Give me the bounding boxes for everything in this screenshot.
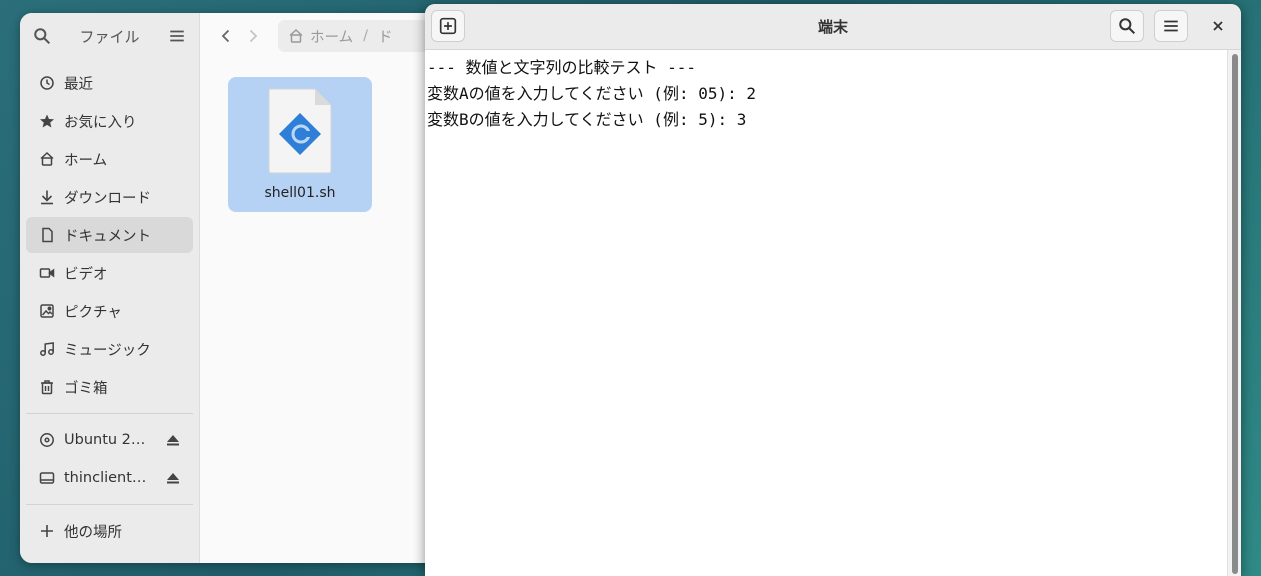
terminal-menu-button[interactable] xyxy=(1154,10,1188,42)
hamburger-menu-icon xyxy=(1164,20,1178,32)
forward-button[interactable] xyxy=(239,21,266,51)
sidebar-title: ファイル xyxy=(79,27,140,46)
close-icon xyxy=(1213,21,1223,31)
places-list: 最近 お気に入り ホーム ダウンロード ドキュメント ビデオ ピクチャ ミュージ… xyxy=(20,59,199,405)
path-home[interactable]: ホーム xyxy=(310,26,353,47)
sidebar-item-music[interactable]: ミュージック xyxy=(26,331,193,367)
close-button[interactable] xyxy=(1205,13,1231,39)
path-current[interactable]: ド xyxy=(378,26,393,47)
sidebar-header: ファイル xyxy=(20,13,199,59)
terminal-line: 変数Aの値を入力してください (例: 05): 2 xyxy=(427,84,757,103)
sidebar-divider xyxy=(26,504,193,505)
sidebar-item-other-locations[interactable]: 他の場所 xyxy=(26,513,193,549)
sidebar-item-recent[interactable]: 最近 xyxy=(26,65,193,101)
chevron-right-icon xyxy=(249,29,257,43)
terminal-output[interactable]: --- 数値と文字列の比較テスト --- 変数Aの値を入力してください (例: 0… xyxy=(425,50,1227,576)
sidebar-item-label: ミュージック xyxy=(64,342,151,359)
file-view: ホーム / ド shell01.sh xyxy=(200,13,460,563)
hamburger-menu-icon[interactable] xyxy=(167,26,187,46)
path-separator: / xyxy=(363,28,368,44)
sidebar-item-videos[interactable]: ビデオ xyxy=(26,255,193,291)
drive-icon xyxy=(38,469,56,487)
file-manager-window: ファイル 最近 お気に入り ホーム ダウンロード ドキュメント ビデオ ピクチャ… xyxy=(20,13,460,563)
sidebar-item-label: ゴミ箱 xyxy=(64,380,108,397)
download-icon xyxy=(38,188,56,206)
back-button[interactable] xyxy=(212,21,239,51)
trash-icon xyxy=(38,378,56,396)
video-icon xyxy=(38,264,56,282)
devices-list: Ubuntu 2… thinclient… xyxy=(20,422,199,496)
sidebar-item-label: thinclient… xyxy=(64,470,147,486)
sidebar-item-favorites[interactable]: お気に入り xyxy=(26,103,193,139)
terminal-search-button[interactable] xyxy=(1110,10,1144,42)
sidebar-item-pictures[interactable]: ピクチャ xyxy=(26,293,193,329)
music-icon xyxy=(38,340,56,358)
sidebar-item-ubuntu-disc[interactable]: Ubuntu 2… xyxy=(26,422,193,458)
eject-icon[interactable] xyxy=(165,470,181,486)
sidebar-item-label: 他の場所 xyxy=(64,524,122,541)
new-tab-button[interactable] xyxy=(431,10,465,42)
document-icon xyxy=(38,226,56,244)
picture-icon xyxy=(38,302,56,320)
sidebar: ファイル 最近 お気に入り ホーム ダウンロード ドキュメント ビデオ ピクチャ… xyxy=(20,13,200,563)
sidebar-item-label: ドキュメント xyxy=(64,228,151,245)
clock-icon xyxy=(38,74,56,92)
sidebar-item-label: ホーム xyxy=(64,152,108,169)
sidebar-divider xyxy=(26,413,193,414)
scrollbar-thumb[interactable] xyxy=(1232,54,1238,574)
eject-icon[interactable] xyxy=(165,432,181,448)
shell-script-file-icon xyxy=(268,88,332,174)
sidebar-item-label: お気に入り xyxy=(64,114,137,131)
new-tab-icon xyxy=(439,17,457,35)
sidebar-item-documents[interactable]: ドキュメント xyxy=(26,217,193,253)
sidebar-item-downloads[interactable]: ダウンロード xyxy=(26,179,193,215)
chevron-left-icon xyxy=(221,29,229,43)
sidebar-item-label: ダウンロード xyxy=(64,190,151,207)
home-icon xyxy=(38,150,56,168)
sidebar-item-label: ピクチャ xyxy=(64,304,122,321)
sidebar-item-home[interactable]: ホーム xyxy=(26,141,193,177)
file-name: shell01.sh xyxy=(264,185,336,201)
sidebar-item-label: Ubuntu 2… xyxy=(64,432,146,448)
sidebar-item-thinclient-drive[interactable]: thinclient… xyxy=(26,460,193,496)
terminal-line: --- 数値と文字列の比較テスト --- xyxy=(427,58,697,77)
file-toolbar: ホーム / ド xyxy=(200,13,460,59)
terminal-header: 端末 xyxy=(425,4,1241,50)
search-icon xyxy=(1119,18,1136,35)
file-item[interactable]: shell01.sh xyxy=(228,77,372,212)
sidebar-item-label: 最近 xyxy=(64,76,93,93)
sidebar-item-label: ビデオ xyxy=(64,266,108,283)
star-icon xyxy=(38,112,56,130)
terminal-window: 端末 --- 数値と文字列の比較テスト --- 変数Aの値を入力してください (例… xyxy=(425,4,1241,576)
disc-icon xyxy=(38,431,56,449)
plus-icon xyxy=(38,522,56,540)
home-icon xyxy=(289,28,303,43)
terminal-scrollbar[interactable] xyxy=(1227,50,1241,576)
search-icon[interactable] xyxy=(32,26,52,46)
terminal-line: 変数Bの値を入力してください (例: 5): 3 xyxy=(427,110,747,129)
sidebar-item-trash[interactable]: ゴミ箱 xyxy=(26,369,193,405)
other-locations-list: 他の場所 xyxy=(20,513,199,549)
